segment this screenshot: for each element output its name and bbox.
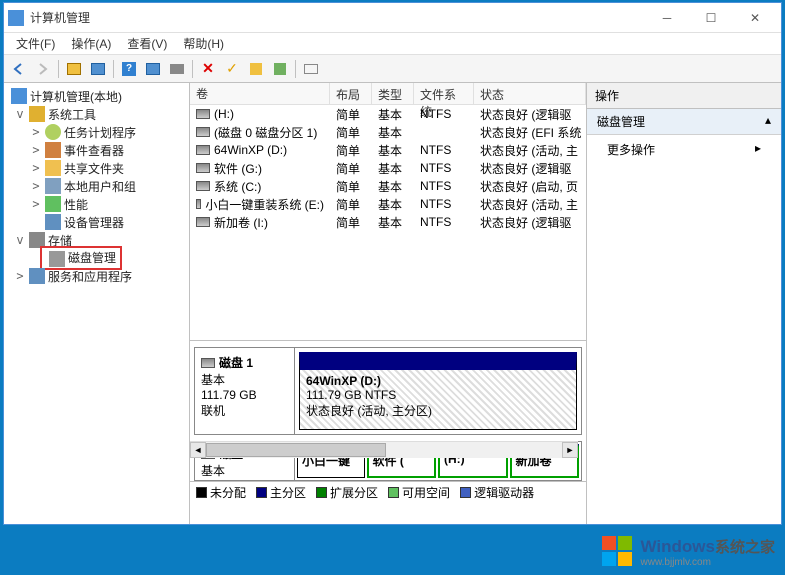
tree-root[interactable]: 计算机管理(本地) bbox=[6, 87, 187, 105]
disk-map: 磁盘 1 基本 111.79 GB 联机 64WinXP (D:) 111.79… bbox=[190, 341, 586, 524]
volume-icon bbox=[196, 145, 210, 155]
toolbar-icon-3[interactable] bbox=[142, 58, 164, 80]
menu-action[interactable]: 操作(A) bbox=[65, 33, 117, 54]
actions-more[interactable]: 更多操作▸ bbox=[587, 135, 781, 164]
watermark-url: www.bjjmlv.com bbox=[641, 557, 775, 568]
sw-unalloc bbox=[196, 487, 207, 498]
part-status: 状态良好 (活动, 主分区) bbox=[306, 404, 432, 418]
disk1-partition[interactable]: 64WinXP (D:) 111.79 GB NTFS 状态良好 (活动, 主分… bbox=[299, 352, 577, 430]
disk1-state: 联机 bbox=[201, 402, 288, 419]
chevron-right-icon: ▸ bbox=[755, 141, 761, 158]
disk1-title: 磁盘 1 bbox=[219, 354, 253, 371]
sw-primary bbox=[256, 487, 267, 498]
tree-diskmgmt[interactable]: 磁盘管理 bbox=[6, 249, 187, 267]
col-status[interactable]: 状态 bbox=[474, 83, 586, 104]
volume-icon bbox=[196, 109, 210, 119]
back-button[interactable] bbox=[8, 58, 30, 80]
app-icon bbox=[8, 10, 24, 26]
col-layout[interactable]: 布局 bbox=[330, 83, 372, 104]
actions-pane: 操作 磁盘管理▴ 更多操作▸ bbox=[587, 83, 781, 524]
volume-row[interactable]: 64WinXP (D:)简单基本NTFS状态良好 (活动, 主 bbox=[190, 141, 586, 159]
titlebar: 计算机管理 ─ ☐ ✕ bbox=[4, 3, 781, 33]
col-fs[interactable]: 文件系统 bbox=[414, 83, 474, 104]
tree-shared[interactable]: >共享文件夹 bbox=[6, 159, 187, 177]
part-name: 64WinXP (D:) bbox=[306, 374, 381, 388]
volume-header: 卷 布局 类型 文件系统 状态 bbox=[190, 83, 586, 105]
watermark: Windows系统之家 www.bjjmlv.com bbox=[601, 535, 775, 569]
tree-systools[interactable]: v系统工具 bbox=[6, 105, 187, 123]
center-pane: 卷 布局 类型 文件系统 状态 (H:)简单基本NTFS状态良好 (逻辑驱(磁盘… bbox=[190, 83, 587, 524]
toolbar-icon-2[interactable] bbox=[87, 58, 109, 80]
volume-icon bbox=[196, 127, 210, 137]
actions-section[interactable]: 磁盘管理▴ bbox=[587, 109, 781, 135]
disk1-type: 基本 bbox=[201, 371, 288, 388]
windows-logo-icon bbox=[601, 535, 635, 569]
col-type[interactable]: 类型 bbox=[372, 83, 414, 104]
toolbar: ? ✕ ✓ bbox=[4, 55, 781, 83]
menubar: 文件(F) 操作(A) 查看(V) 帮助(H) bbox=[4, 33, 781, 55]
toolbar-icon-5[interactable] bbox=[245, 58, 267, 80]
disk1-info: 磁盘 1 基本 111.79 GB 联机 bbox=[195, 348, 295, 434]
toolbar-icon-6[interactable] bbox=[269, 58, 291, 80]
sw-free bbox=[388, 487, 399, 498]
maximize-button[interactable]: ☐ bbox=[689, 4, 733, 32]
volume-row[interactable]: 软件 (G:)简单基本NTFS状态良好 (逻辑驱 bbox=[190, 159, 586, 177]
col-volume[interactable]: 卷 bbox=[190, 83, 330, 104]
minimize-button[interactable]: ─ bbox=[645, 4, 689, 32]
menu-file[interactable]: 文件(F) bbox=[10, 33, 61, 54]
watermark-sub: 系统之家 bbox=[715, 539, 775, 556]
menu-help[interactable]: 帮助(H) bbox=[177, 33, 230, 54]
tree-devmgr[interactable]: 设备管理器 bbox=[6, 213, 187, 231]
toolbar-icon-7[interactable] bbox=[300, 58, 322, 80]
nav-tree: 计算机管理(本地) v系统工具 >任务计划程序 >事件查看器 >共享文件夹 >本… bbox=[4, 83, 190, 524]
help-icon[interactable]: ? bbox=[118, 58, 140, 80]
disk-icon bbox=[201, 358, 215, 368]
volume-icon bbox=[196, 217, 210, 227]
tree-task[interactable]: >任务计划程序 bbox=[6, 123, 187, 141]
tree-event[interactable]: >事件查看器 bbox=[6, 141, 187, 159]
window-title: 计算机管理 bbox=[30, 9, 645, 26]
disk-row-1[interactable]: 磁盘 1 基本 111.79 GB 联机 64WinXP (D:) 111.79… bbox=[194, 347, 582, 435]
volume-icon bbox=[196, 181, 210, 191]
forward-button[interactable] bbox=[32, 58, 54, 80]
legend: 未分配 主分区 扩展分区 可用空间 逻辑驱动器 bbox=[190, 481, 586, 503]
volume-icon bbox=[196, 199, 201, 209]
close-button[interactable]: ✕ bbox=[733, 4, 777, 32]
sw-logical bbox=[460, 487, 471, 498]
tree-users[interactable]: >本地用户和组 bbox=[6, 177, 187, 195]
actions-header: 操作 bbox=[587, 83, 781, 109]
menu-view[interactable]: 查看(V) bbox=[121, 33, 173, 54]
delete-icon[interactable]: ✕ bbox=[197, 58, 219, 80]
toolbar-icon-4[interactable] bbox=[166, 58, 188, 80]
part-size: 111.79 GB NTFS bbox=[306, 388, 396, 402]
check-icon[interactable]: ✓ bbox=[221, 58, 243, 80]
volume-icon bbox=[196, 163, 210, 173]
volume-row[interactable]: 小白一键重装系统 (E:)简单基本NTFS状态良好 (活动, 主 bbox=[190, 195, 586, 213]
volume-row[interactable]: 新加卷 (I:)简单基本NTFS状态良好 (逻辑驱 bbox=[190, 213, 586, 231]
disk1-size: 111.79 GB bbox=[201, 388, 288, 402]
disk2-type: 基本 bbox=[201, 462, 288, 479]
tree-perf[interactable]: >性能 bbox=[6, 195, 187, 213]
volume-row[interactable]: 系统 (C:)简单基本NTFS状态良好 (启动, 页 bbox=[190, 177, 586, 195]
toolbar-icon-1[interactable] bbox=[63, 58, 85, 80]
sw-ext bbox=[316, 487, 327, 498]
volume-row[interactable]: (磁盘 0 磁盘分区 1)简单基本状态良好 (EFI 系统 bbox=[190, 123, 586, 141]
watermark-brand: Windows bbox=[641, 537, 715, 556]
app-window: 计算机管理 ─ ☐ ✕ 文件(F) 操作(A) 查看(V) 帮助(H) ? ✕ … bbox=[3, 2, 782, 525]
volume-list: 卷 布局 类型 文件系统 状态 (H:)简单基本NTFS状态良好 (逻辑驱(磁盘… bbox=[190, 83, 586, 341]
collapse-icon: ▴ bbox=[765, 113, 771, 130]
tree-services[interactable]: >服务和应用程序 bbox=[6, 267, 187, 285]
volume-row[interactable]: (H:)简单基本NTFS状态良好 (逻辑驱 bbox=[190, 105, 586, 123]
